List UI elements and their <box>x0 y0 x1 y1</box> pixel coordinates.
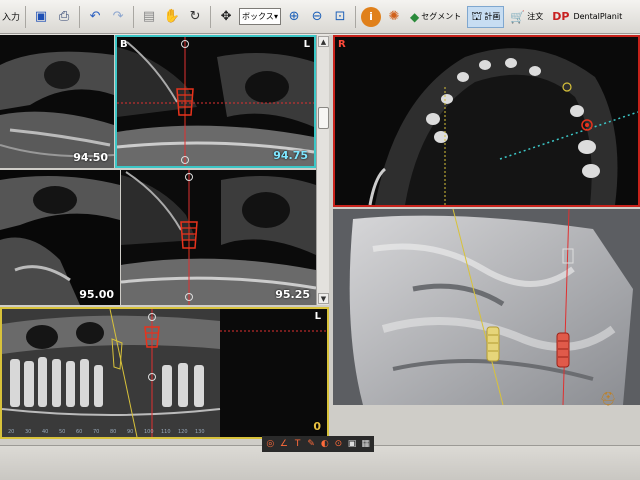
ct-slice-image <box>121 170 316 305</box>
document-icon[interactable]: ▤ <box>139 7 159 27</box>
segment-icon: ◆ <box>410 9 420 24</box>
scroll-up-icon[interactable]: ▲ <box>318 36 329 47</box>
pano-value-label: 0 <box>313 420 321 433</box>
implant-model-red[interactable] <box>556 332 570 368</box>
ruler-tick-label: 90 <box>127 429 134 435</box>
lingual-orientation-label: L <box>303 39 310 50</box>
fit-view-icon[interactable]: ⊡ <box>330 7 350 27</box>
ruler-tick-label: 40 <box>42 429 49 435</box>
buccal-lingual-view[interactable]: B L 94.75 <box>115 35 316 168</box>
buccal-orientation-label: B <box>120 39 128 50</box>
3d-volume-view[interactable] <box>333 209 640 405</box>
cross-section-view-left-top[interactable]: 94.50 <box>0 35 114 168</box>
view-tools-strip: ◎ ∠ T ✎ ◐ ⊙ ▣ ▦ <box>262 436 374 452</box>
zoom-in-icon[interactable]: ⊕ <box>284 7 304 27</box>
ruler-tick-label: 100 <box>144 429 154 435</box>
order-label: 注文 <box>527 12 544 21</box>
ruler-tick-label: 30 <box>25 429 32 435</box>
toolbar-separator <box>210 5 212 28</box>
segment-label: セグメント <box>421 12 462 21</box>
slice-position-label: 94.50 <box>73 151 108 164</box>
layers-icon[interactable]: ▣ <box>347 438 358 450</box>
chevron-down-icon: ▾ <box>274 12 279 21</box>
order-button[interactable]: 🛒 注文 <box>507 6 546 28</box>
move-icon[interactable]: ✥ <box>216 7 236 27</box>
plan-button[interactable]: ⛫ 計画 <box>467 5 505 28</box>
print-icon[interactable]: ⎙ <box>54 7 74 27</box>
zoom-out-icon[interactable]: ⊖ <box>307 7 327 27</box>
toolbar-separator <box>25 5 27 28</box>
ruler-tick-label: 80 <box>110 429 117 435</box>
cart-icon: 🛒 <box>510 9 526 24</box>
zoom-mode-value: ボックス <box>242 12 274 21</box>
axial-view[interactable]: R <box>333 35 640 207</box>
angle-icon[interactable]: ∠ <box>279 438 290 450</box>
slice-scrollbar[interactable]: ▲ ▼ <box>316 35 329 305</box>
hand-icon[interactable]: ✋ <box>162 7 182 27</box>
ruler-tick-label: 70 <box>93 429 100 435</box>
segment-button[interactable]: ◆ セグメント <box>407 6 464 28</box>
ruler-icon[interactable]: ◎ <box>265 438 276 450</box>
axial-ct-image <box>335 37 638 205</box>
mm-ruler: 20 30 40 50 60 70 80 90 100 110 120 130 <box>2 425 220 435</box>
cross-section-view-center-middle[interactable]: 95.25 <box>121 170 316 305</box>
redo-icon[interactable]: ↷ <box>108 7 128 27</box>
rotate-icon[interactable]: ↻ <box>185 7 205 27</box>
brush-icon[interactable]: ✎ <box>306 438 317 450</box>
panoramic-view[interactable]: L 0 20 30 40 50 60 70 80 90 100 110 120 130 <box>0 307 329 439</box>
toolbar-separator <box>355 5 357 28</box>
tooth-icon: ⛫ <box>471 8 483 23</box>
plan-label: 計画 <box>484 12 501 21</box>
ruler-tick-label: 130 <box>195 429 205 435</box>
slice-position-label: 95.00 <box>79 288 114 301</box>
dentalplanit-button[interactable]: DP DentalPlanit <box>549 6 625 28</box>
contrast-icon[interactable]: ◐ <box>320 438 331 450</box>
undo-icon[interactable]: ↶ <box>85 7 105 27</box>
panoramic-ct-image <box>2 309 327 437</box>
save-icon[interactable]: ▣ <box>31 7 51 27</box>
grid-icon[interactable]: ▦ <box>360 438 371 450</box>
ruler-tick-label: 20 <box>8 429 15 435</box>
help-icon[interactable]: ⛑ <box>600 392 620 407</box>
right-orientation-label: R <box>338 39 346 50</box>
info-icon[interactable]: i <box>361 6 382 27</box>
toolbar-separator <box>79 5 81 28</box>
ruler-tick-label: 120 <box>178 429 188 435</box>
lingual-orientation-label: L <box>314 311 321 322</box>
text-icon[interactable]: T <box>292 438 303 450</box>
zoom-mode-select[interactable]: ボックス ▾ <box>239 8 282 25</box>
slice-position-label: 95.25 <box>275 288 310 301</box>
ct-slice-image <box>117 37 314 166</box>
dentalplanit-label: DentalPlanit <box>573 12 623 21</box>
toolbar-separator <box>133 5 135 28</box>
cross-section-view-left-middle[interactable]: 95.00 <box>0 170 120 305</box>
ruler-tick-label: 60 <box>76 429 83 435</box>
scroll-down-icon[interactable]: ▼ <box>318 293 329 304</box>
reset-icon[interactable]: ⊙ <box>333 438 344 450</box>
3d-rendering-image <box>333 209 640 405</box>
ct-slice-image <box>0 170 120 305</box>
status-bar: ◎ ∠ T ✎ ◐ ⊙ ▣ ▦ <box>0 436 640 480</box>
settings-icon[interactable]: ✺ <box>384 7 404 27</box>
ruler-tick-label: 50 <box>59 429 66 435</box>
implant-model-yellow[interactable] <box>486 326 500 362</box>
input-menu-label[interactable]: 入力 <box>2 10 20 23</box>
slice-position-label: 94.75 <box>273 149 308 162</box>
scrollbar-thumb[interactable] <box>318 107 329 129</box>
dp-logo: DP <box>552 10 570 23</box>
ruler-tick-label: 110 <box>161 429 171 435</box>
ct-slice-image <box>0 35 114 168</box>
main-toolbar: 入力 ▣ ⎙ ↶ ↷ ▤ ✋ ↻ ✥ ボックス ▾ ⊕ ⊖ ⊡ i ✺ ◆ セグ… <box>0 0 640 34</box>
viewer-workspace: 94.50 B L 94.75 ▲ ▼ 95.00 95.25 L 0 20 3… <box>0 35 640 445</box>
